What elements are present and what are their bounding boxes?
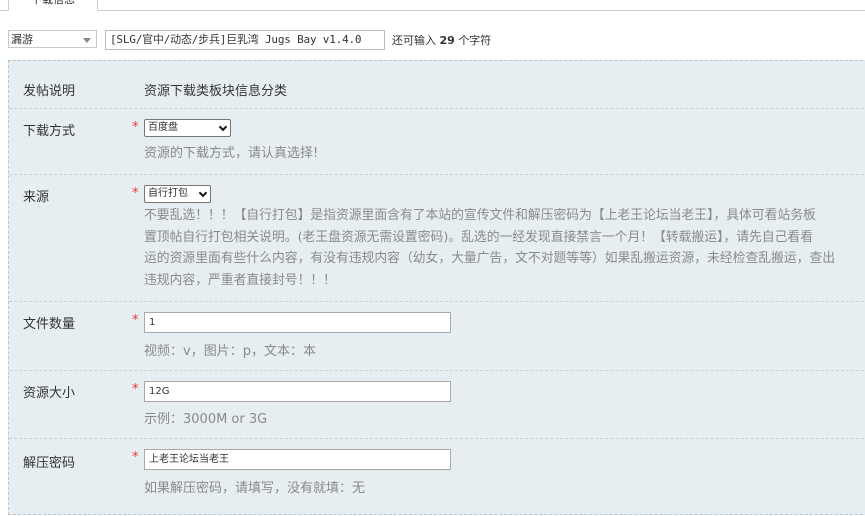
- download-method-hint: 资源的下载方式，请认真选择!: [144, 146, 319, 161]
- remaining-chars-text: 还可输入 29 个字符: [392, 32, 491, 48]
- chevron-down-icon: [198, 188, 208, 198]
- remaining-count: 29: [439, 34, 455, 47]
- download-method-select[interactable]: 百度盘: [144, 119, 231, 137]
- required-mark: *: [132, 313, 139, 328]
- required-mark: *: [132, 382, 139, 397]
- intro-value: 资源下载类板块信息分类: [144, 84, 288, 99]
- remaining-suffix: 个字符: [458, 34, 492, 47]
- thread-type-value: 漏游: [11, 33, 33, 46]
- dropdown-arrow-icon: [83, 38, 91, 43]
- source-select[interactable]: 自行打包: [144, 185, 211, 203]
- row-intro: 发帖说明 资源下载类板块信息分类: [9, 61, 865, 109]
- size-input[interactable]: 12G: [144, 381, 451, 402]
- tab-bar: 下载信息: [0, 0, 865, 11]
- info-panel: 发帖说明 资源下载类板块信息分类 下载方式 * 百度盘 资源的下载方式，请认真选…: [8, 60, 865, 515]
- remaining-prefix: 还可输入: [392, 34, 436, 47]
- file-count-input[interactable]: 1: [144, 312, 451, 333]
- row-password: 解压密码 * 上老王论坛当老王 如果解压密码，请填写，没有就填：无: [9, 438, 865, 516]
- source-desc-line: 违规内容，严重者直接封号！！！: [144, 272, 336, 288]
- required-mark: *: [132, 120, 139, 135]
- row-size: 资源大小 * 12G 示例：3000M or 3G: [9, 370, 865, 439]
- source-value: 自行打包: [148, 188, 188, 199]
- required-mark: *: [132, 450, 139, 465]
- download-method-label: 下载方式: [23, 124, 76, 139]
- source-label: 来源: [23, 190, 50, 205]
- download-method-value: 百度盘: [148, 122, 178, 133]
- size-hint: 示例：3000M or 3G: [144, 412, 268, 427]
- password-input[interactable]: 上老王论坛当老王: [144, 449, 451, 470]
- title-input[interactable]: [SLG/官中/动态/步兵]巨乳湾 Jugs Bay v1.4.0: [105, 30, 385, 50]
- password-hint: 如果解压密码，请填写，没有就填：无: [144, 481, 366, 496]
- row-download-method: 下载方式 * 百度盘 资源的下载方式，请认真选择!: [9, 108, 865, 175]
- row-file-count: 文件数量 * 1 视频：v，图片：p，文本：本: [9, 301, 865, 371]
- chevron-down-icon: [218, 122, 228, 132]
- row-source: 来源 * 自行打包 不要乱选！！！【自行打包】是指资源里面含有了本站的宣传文件和…: [9, 174, 865, 302]
- password-label: 解压密码: [23, 456, 76, 471]
- file-count-hint: 视频：v，图片：p，文本：本: [144, 344, 316, 359]
- required-mark: *: [132, 186, 139, 201]
- intro-label: 发帖说明: [23, 84, 76, 99]
- source-description: 不要乱选！！！【自行打包】是指资源里面含有了本站的宣传文件和解压密码为【上老王论…: [144, 205, 865, 291]
- thread-type-select[interactable]: 漏游: [8, 30, 97, 48]
- size-label: 资源大小: [23, 386, 76, 401]
- source-desc-line: 运的资源里面有些什么内容，有没有违规内容（幼女，大量广告，文不对题等等）如果乱搬…: [144, 251, 836, 267]
- source-desc-line: 置顶帖自行打包相关说明。(老王盘资源无需设置密码)。乱选的一经发现直接禁言一个月…: [144, 229, 814, 245]
- file-count-label: 文件数量: [23, 317, 76, 332]
- source-desc-line: 不要乱选！！！【自行打包】是指资源里面含有了本站的宣传文件和解压密码为【上老王论…: [144, 208, 816, 223]
- tab-download-info[interactable]: 下载信息: [8, 0, 98, 11]
